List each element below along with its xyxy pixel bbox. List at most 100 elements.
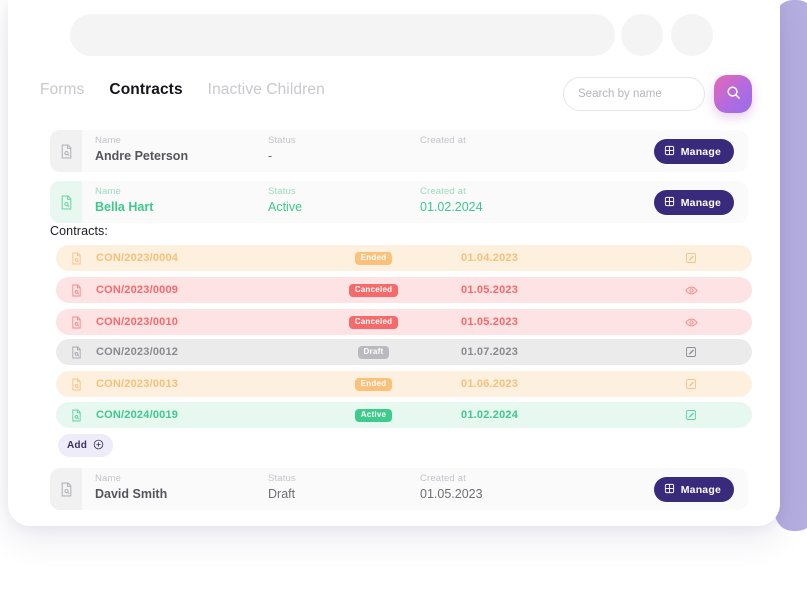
contract-code: CON/2023/0012	[96, 346, 286, 358]
status-badge-cell: Canceled	[286, 316, 461, 329]
document-icon	[50, 468, 82, 510]
document-icon	[56, 316, 96, 329]
document-icon	[56, 346, 96, 359]
document-icon	[56, 409, 96, 422]
status-badge: Canceled	[349, 316, 399, 329]
column-label-status: Status	[268, 186, 296, 197]
person-name-value: David Smith	[95, 487, 167, 501]
tab-bar: Forms Contracts Inactive Children	[40, 81, 325, 99]
search-area	[563, 75, 752, 113]
table-grid-icon	[664, 196, 675, 210]
contract-row[interactable]: CON/2024/0019 Active 01.02.2024	[56, 402, 752, 428]
column-label-created-at: Created at	[420, 135, 466, 146]
top-placeholder-bar	[8, 0, 780, 70]
status-badge: Active	[355, 409, 393, 422]
manage-button-label: Manage	[681, 197, 721, 209]
person-status-value: Active	[268, 200, 302, 214]
person-created-cell: Created at	[420, 130, 590, 172]
person-row-andre-peterson[interactable]: Name Andre Peterson Status - Created at	[50, 130, 748, 172]
person-row-bella-hart[interactable]: Name Bella Hart Status Active Created at…	[50, 181, 748, 223]
add-button-label: Add	[67, 440, 87, 451]
contract-created-at: 01.05.2023	[461, 316, 651, 328]
manage-button-label: Manage	[681, 146, 721, 158]
contract-created-at: 01.04.2023	[461, 252, 651, 264]
main-card: Forms Contracts Inactive Children	[8, 0, 780, 526]
add-contract-button[interactable]: Add	[58, 434, 113, 457]
person-created-cell: Created at 01.02.2024	[420, 181, 590, 223]
tab-forms[interactable]: Forms	[40, 81, 84, 99]
contract-created-at: 01.02.2024	[461, 409, 651, 421]
contract-row[interactable]: CON/2023/0009 Canceled 01.05.2023	[56, 277, 752, 303]
column-label-name: Name	[95, 135, 121, 146]
search-button[interactable]	[714, 75, 752, 113]
edit-icon[interactable]	[651, 378, 731, 390]
document-icon	[50, 130, 82, 172]
status-badge-cell: Canceled	[286, 284, 461, 297]
status-badge: Ended	[355, 378, 393, 391]
status-badge-cell: Ended	[286, 252, 461, 265]
person-created-value: 01.02.2024	[420, 200, 483, 214]
column-label-name: Name	[95, 473, 121, 484]
person-name-value: Bella Hart	[95, 200, 153, 214]
contract-code: CON/2023/0010	[96, 316, 286, 328]
search-input[interactable]	[563, 77, 705, 111]
person-row-david-smith[interactable]: Name David Smith Status Draft Created at…	[50, 468, 748, 510]
person-name-cell: Name David Smith	[82, 468, 268, 510]
column-label-name: Name	[95, 186, 121, 197]
person-status-value: -	[268, 149, 272, 163]
contract-code: CON/2023/0004	[96, 252, 286, 264]
screen-root: Forms Contracts Inactive Children	[0, 0, 807, 589]
document-icon	[56, 378, 96, 391]
document-icon	[56, 252, 96, 265]
status-badge-cell: Active	[286, 409, 461, 422]
person-status-cell: Status Active	[268, 181, 420, 223]
person-name-value: Andre Peterson	[95, 149, 188, 163]
column-label-status: Status	[268, 473, 296, 484]
navigation-row: Forms Contracts Inactive Children	[8, 70, 780, 122]
status-badge: Ended	[355, 252, 393, 265]
contract-code: CON/2024/0019	[96, 409, 286, 421]
table-grid-icon	[664, 483, 675, 497]
column-label-created-at: Created at	[420, 186, 466, 197]
contract-code: CON/2023/0009	[96, 284, 286, 296]
skeleton-avatar-placeholder-1	[621, 14, 663, 56]
status-badge: Draft	[358, 346, 390, 359]
manage-button-label: Manage	[681, 484, 721, 496]
person-status-value: Draft	[268, 487, 295, 501]
status-badge: Canceled	[349, 284, 399, 297]
eye-icon[interactable]	[651, 316, 731, 329]
document-icon	[50, 181, 82, 223]
person-name-cell: Name Andre Peterson	[82, 130, 268, 172]
manage-button-bella-hart[interactable]: Manage	[654, 190, 734, 215]
contract-row[interactable]: CON/2023/0013 Ended 01.06.2023	[56, 371, 752, 397]
status-badge-cell: Ended	[286, 378, 461, 391]
contract-created-at: 01.05.2023	[461, 284, 651, 296]
contract-row[interactable]: CON/2023/0010 Canceled 01.05.2023	[56, 309, 752, 335]
manage-button-david-smith[interactable]: Manage	[654, 477, 734, 502]
person-status-cell: Status Draft	[268, 468, 420, 510]
document-icon	[56, 284, 96, 297]
skeleton-search-placeholder	[70, 14, 615, 56]
person-status-cell: Status -	[268, 130, 420, 172]
tab-contracts[interactable]: Contracts	[109, 81, 182, 99]
edit-icon[interactable]	[651, 252, 731, 264]
contract-row[interactable]: CON/2023/0004 Ended 01.04.2023	[56, 245, 752, 271]
table-grid-icon	[664, 145, 675, 159]
tab-inactive-children[interactable]: Inactive Children	[208, 81, 325, 99]
column-label-created-at: Created at	[420, 473, 466, 484]
status-badge-cell: Draft	[286, 346, 461, 359]
person-name-cell: Name Bella Hart	[82, 181, 268, 223]
eye-icon[interactable]	[651, 284, 731, 297]
contracts-section-label: Contracts:	[50, 224, 108, 238]
edit-icon[interactable]	[651, 409, 731, 421]
contract-code: CON/2023/0013	[96, 378, 286, 390]
contract-row[interactable]: CON/2023/0012 Draft 01.07.2023	[56, 339, 752, 365]
contract-created-at: 01.07.2023	[461, 346, 651, 358]
skeleton-avatar-placeholder-2	[671, 14, 713, 56]
manage-button-andre-peterson[interactable]: Manage	[654, 139, 734, 164]
plus-circle-icon	[93, 439, 104, 453]
contract-created-at: 01.06.2023	[461, 378, 651, 390]
search-icon	[726, 85, 741, 103]
edit-icon[interactable]	[651, 346, 731, 358]
person-created-cell: Created at 01.05.2023	[420, 468, 590, 510]
